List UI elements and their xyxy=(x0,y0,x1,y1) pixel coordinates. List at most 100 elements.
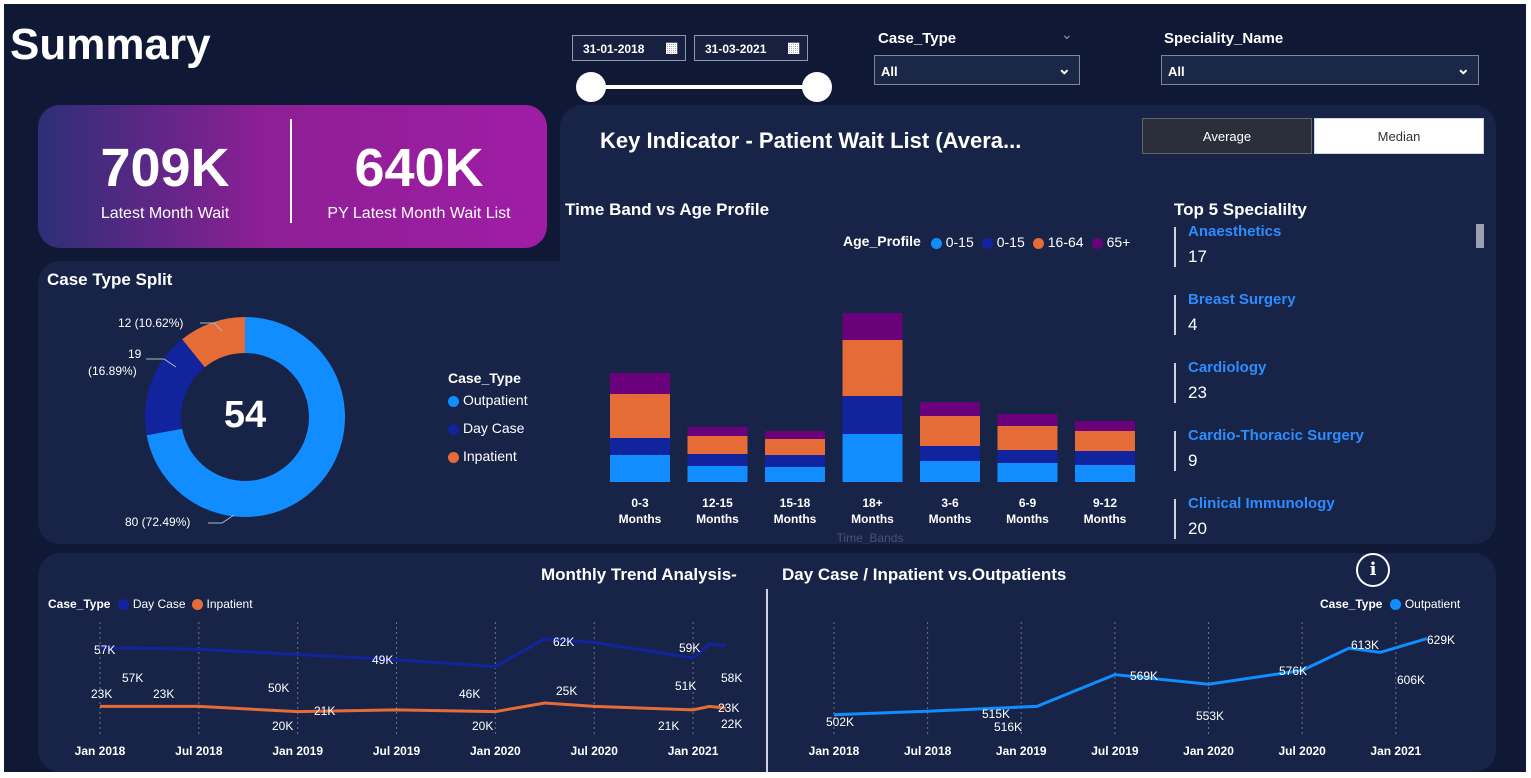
daycase-data-label-1: 19 xyxy=(128,347,142,361)
case-type-dropdown[interactable]: All ⌄ xyxy=(874,55,1080,85)
age-profile-legend: Age_Profile 0-15 0-15 16-64 65+ xyxy=(843,233,1138,250)
bar-segment-3[interactable] xyxy=(610,373,670,394)
age-profile-legend-item[interactable]: 0-15 xyxy=(981,234,1025,250)
x-tick-label: Months xyxy=(774,512,817,526)
speciality-value: 4 xyxy=(1188,315,1198,334)
data-label: 613K xyxy=(1351,638,1379,652)
trend-right-legend-title: Case_Type xyxy=(1320,597,1383,611)
x-tick-label: 0-3 xyxy=(631,496,649,510)
x-tick-label: Jul 2020 xyxy=(1278,744,1326,758)
speciality-divider xyxy=(1174,363,1176,403)
age-profile-legend-item[interactable]: 65+ xyxy=(1091,234,1130,250)
case-type-legend-item[interactable]: Day Case xyxy=(448,420,528,436)
trend-title-left: Monthly Trend Analysis- xyxy=(541,565,737,584)
bar-segment-2[interactable] xyxy=(610,394,670,438)
bar-segment-0[interactable] xyxy=(610,455,670,482)
bar-segment-1[interactable] xyxy=(1075,451,1135,465)
info-icon[interactable]: i xyxy=(1356,553,1390,587)
date-end-input[interactable]: 31-03-2021 ▦ xyxy=(694,35,808,61)
average-toggle-button[interactable]: Average xyxy=(1142,118,1312,154)
trend-right-legend: Case_Type Outpatient xyxy=(1320,597,1466,611)
bar-segment-3[interactable] xyxy=(687,427,748,436)
bar-segment-0[interactable] xyxy=(920,461,980,482)
chevron-down-icon[interactable]: ⌄ xyxy=(1061,26,1073,43)
bar-segment-0[interactable] xyxy=(687,466,748,482)
bar-segment-0[interactable] xyxy=(997,463,1058,482)
data-label: 553K xyxy=(1196,709,1224,723)
trend-title-right: Day Case / Inpatient vs.Outpatients xyxy=(782,565,1067,584)
donut-center-value: 54 xyxy=(224,394,266,436)
series-line-day-case[interactable] xyxy=(99,637,727,669)
speciality-item[interactable]: Cardio-Thoracic Surgery 9 xyxy=(1174,427,1454,475)
date-slider-track[interactable] xyxy=(594,85,820,89)
speciality-filter-label: Speciality_Name xyxy=(1164,30,1284,47)
bar-segment-3[interactable] xyxy=(842,313,903,340)
date-start-input[interactable]: 31-01-2018 ▦ xyxy=(572,35,686,61)
bar-segment-0[interactable] xyxy=(765,467,825,482)
trend-legend-item[interactable]: Inpatient xyxy=(191,597,253,611)
trend-legend-item[interactable]: Outpatient xyxy=(1389,597,1460,611)
x-tick-label: Jul 2019 xyxy=(1091,744,1139,758)
bar-segment-2[interactable] xyxy=(842,340,903,396)
date-slider-start-handle[interactable] xyxy=(576,72,606,102)
bar-segment-2[interactable] xyxy=(687,436,748,454)
inpatient-data-label: 12 (10.62%) xyxy=(118,316,183,330)
speciality-dropdown[interactable]: All ⌄ xyxy=(1161,55,1479,85)
calendar-icon[interactable]: ▦ xyxy=(665,39,678,56)
data-label: 57K xyxy=(122,671,143,685)
bar-segment-3[interactable] xyxy=(920,402,980,416)
speciality-item[interactable]: Anaesthetics 17 xyxy=(1174,223,1454,271)
bar-segment-3[interactable] xyxy=(765,431,825,439)
data-label: 25K xyxy=(556,684,577,698)
bar-segment-0[interactable] xyxy=(842,434,903,482)
speciality-name: Cardio-Thoracic Surgery xyxy=(1188,427,1364,444)
case-type-legend-item[interactable]: Inpatient xyxy=(448,448,528,464)
trend-legend-item[interactable]: Day Case xyxy=(117,597,186,611)
age-profile-legend-item[interactable]: 16-64 xyxy=(1032,234,1084,250)
speciality-item[interactable]: Breast Surgery 4 xyxy=(1174,291,1454,339)
data-label: 569K xyxy=(1130,669,1158,683)
speciality-value: 17 xyxy=(1188,247,1207,266)
bar-segment-1[interactable] xyxy=(765,455,825,467)
age-profile-legend-item[interactable]: 0-15 xyxy=(930,234,974,250)
x-tick-label: Months xyxy=(1006,512,1049,526)
data-label: 515K xyxy=(982,707,1010,721)
scrollbar-thumb[interactable] xyxy=(1476,224,1484,248)
series-line-inpatient[interactable] xyxy=(100,701,727,714)
bar-segment-0[interactable] xyxy=(1075,465,1135,482)
bar-segment-3[interactable] xyxy=(1075,421,1135,431)
x-tick-label: 15-18 xyxy=(780,496,811,510)
bar-segment-1[interactable] xyxy=(610,438,670,455)
case-type-legend-title: Case_Type xyxy=(448,370,521,386)
bar-segment-1[interactable] xyxy=(842,396,903,434)
bar-segment-3[interactable] xyxy=(997,414,1058,426)
x-tick-label: Jan 2021 xyxy=(1370,744,1421,758)
median-toggle-button[interactable]: Median xyxy=(1314,118,1484,154)
data-label: 22K xyxy=(721,717,742,731)
speciality-item[interactable]: Clinical Immunology 20 xyxy=(1174,495,1454,543)
chevron-down-icon: ⌄ xyxy=(1057,61,1071,78)
x-tick-label: Jul 2018 xyxy=(175,744,223,758)
bar-segment-1[interactable] xyxy=(920,446,980,461)
legend-dot-icon xyxy=(448,423,459,435)
calendar-icon[interactable]: ▦ xyxy=(787,39,800,56)
bar-segment-2[interactable] xyxy=(1075,431,1135,451)
legend-dot-icon xyxy=(1091,238,1103,250)
speciality-value: 9 xyxy=(1188,451,1198,470)
data-label: 50K xyxy=(268,681,289,695)
x-tick-label: 9-12 xyxy=(1093,496,1117,510)
x-tick-label: Months xyxy=(619,512,662,526)
x-tick-label: Jan 2020 xyxy=(470,744,521,758)
date-slider-end-handle[interactable] xyxy=(802,72,832,102)
x-tick-label: Jan 2021 xyxy=(668,744,719,758)
case-type-legend-item[interactable]: Outpatient xyxy=(448,392,528,408)
age-profile-legend-title: Age_Profile xyxy=(843,233,921,249)
speciality-item[interactable]: Cardiology 23 xyxy=(1174,359,1454,407)
bar-segment-1[interactable] xyxy=(997,450,1058,463)
bar-segment-2[interactable] xyxy=(765,439,825,455)
legend-dot-icon xyxy=(1032,238,1044,250)
bar-segment-2[interactable] xyxy=(920,416,980,446)
speciality-name: Clinical Immunology xyxy=(1188,495,1335,512)
bar-segment-2[interactable] xyxy=(997,426,1058,450)
bar-segment-1[interactable] xyxy=(687,454,748,466)
